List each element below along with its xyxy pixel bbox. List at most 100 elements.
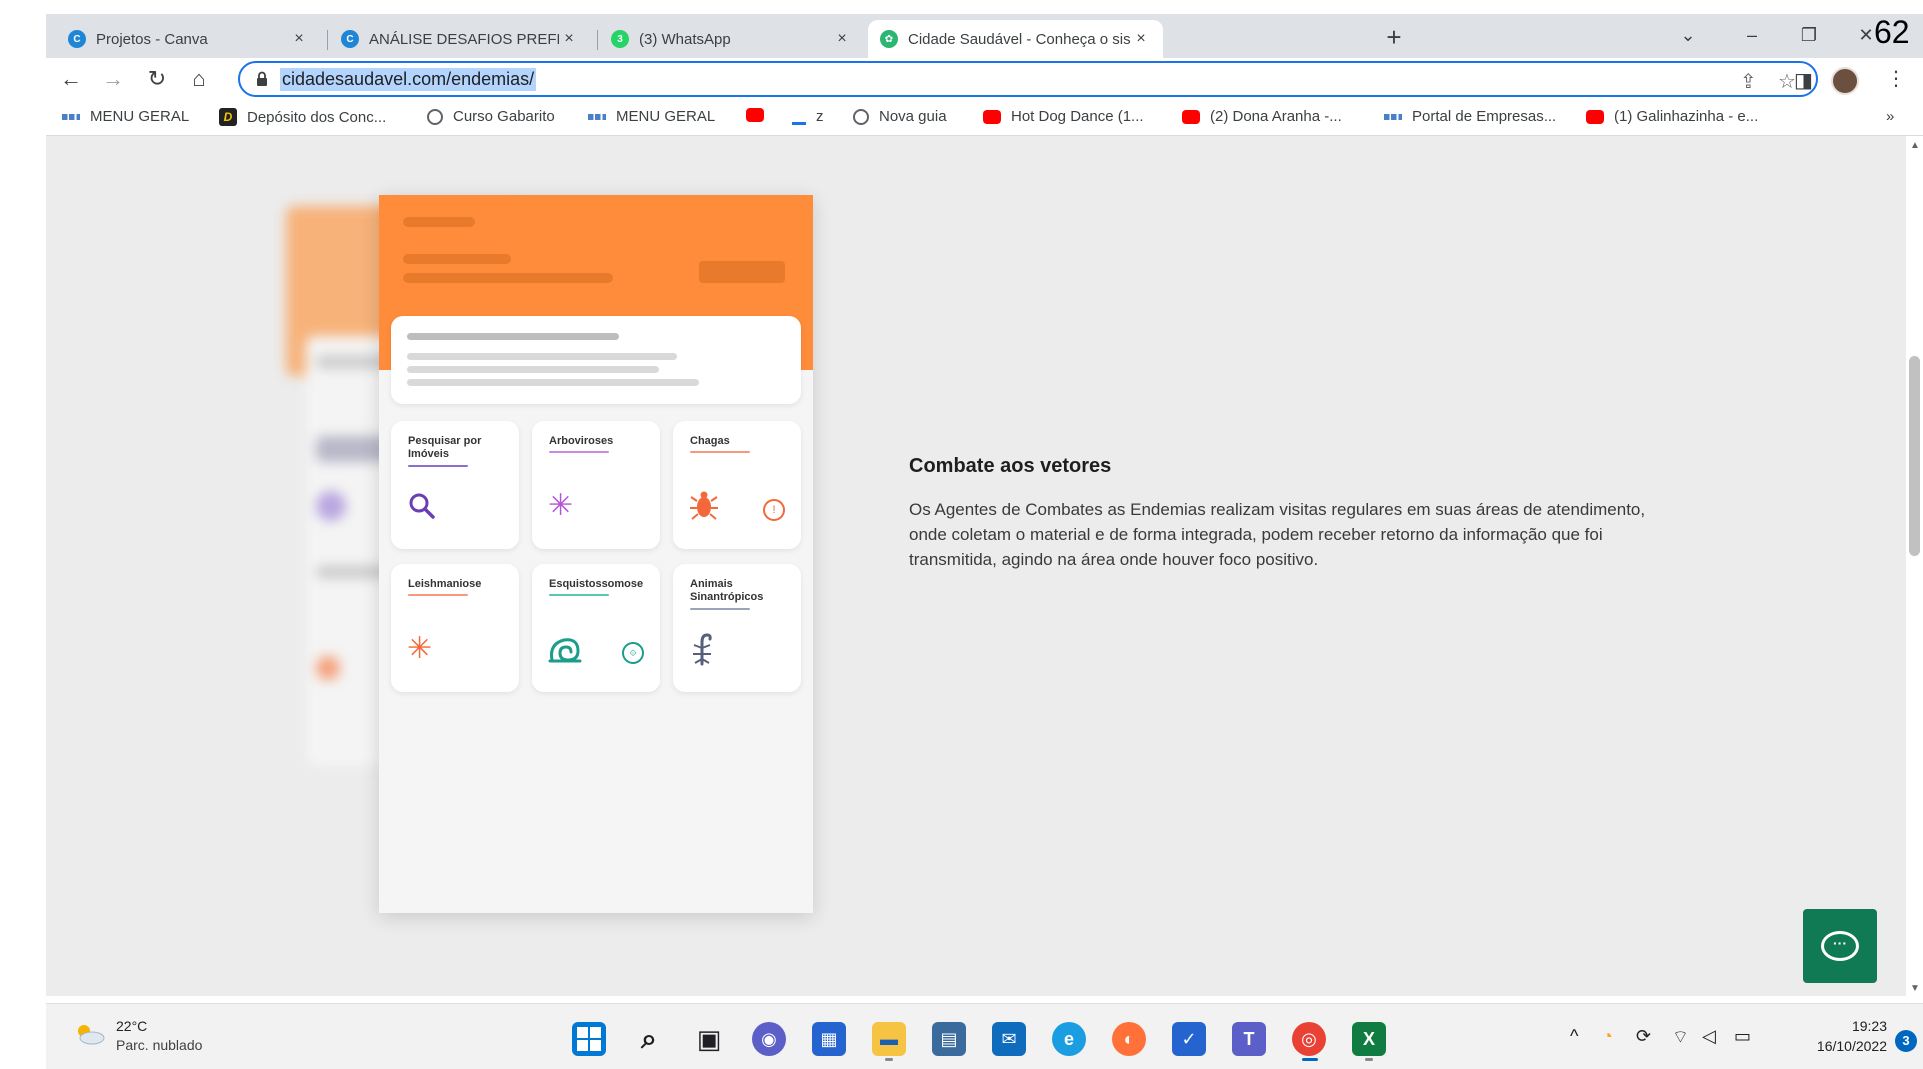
app-mockup-phone: Pesquisar por Imóveis Arboviroses ✳ Chag…	[379, 195, 813, 913]
clock-date[interactable]: 16/10/2022	[1781, 1038, 1887, 1054]
bookmark-curso-gabarito[interactable]: Curso Gabarito	[427, 108, 555, 125]
bookmark-nova-guia[interactable]: Nova guia	[853, 108, 947, 125]
tab-whatsapp[interactable]: 3 (3) WhatsApp ×	[599, 20, 864, 58]
scroll-up-arrow-icon[interactable]: ▲	[1910, 140, 1920, 151]
mockup-placeholder	[407, 379, 699, 386]
tab-close-icon[interactable]: ×	[289, 30, 309, 48]
reload-button[interactable]: ↻	[142, 64, 172, 94]
battery-icon[interactable]: ▭	[1734, 1026, 1751, 1047]
section-heading: Combate aos vetores	[909, 455, 1112, 477]
teams-icon[interactable]: T	[1232, 1022, 1266, 1056]
bookmarks-overflow-button[interactable]: »	[1886, 108, 1894, 125]
page-scrollbar[interactable]: ▲ ▼	[1906, 136, 1923, 996]
teams-chat-icon[interactable]: ◉	[752, 1022, 786, 1056]
running-indicator	[885, 1058, 893, 1061]
youtube-icon	[1586, 109, 1604, 124]
bookmark-label: (1) Galinhazinha - e...	[1614, 108, 1759, 125]
task-view-icon[interactable]: ▣	[692, 1022, 726, 1056]
lock-icon[interactable]	[256, 71, 268, 87]
tile-animais-sinantropicos[interactable]: Animais Sinantrópicos	[673, 564, 801, 692]
side-panel-icon[interactable]: ◨	[1794, 68, 1813, 93]
excel-icon[interactable]: X	[1352, 1022, 1386, 1056]
share-icon[interactable]: ⇪	[1740, 69, 1757, 94]
canva-icon: C	[68, 30, 86, 48]
tile-label: Chagas	[690, 435, 730, 447]
tab-title: (3) WhatsApp	[639, 30, 731, 48]
youtube-icon	[983, 109, 1001, 124]
tab-analise-desafios[interactable]: C ANÁLISE DESAFIOS PREFEITURA ×	[329, 20, 591, 58]
new-tab-button[interactable]: +	[1380, 24, 1408, 52]
section-paragraph: Os Agentes de Combates as Endemias reali…	[909, 500, 1646, 569]
browser-menu-icon[interactable]: ⋮	[1886, 66, 1906, 91]
weather-description[interactable]: Parc. nublado	[116, 1037, 202, 1053]
file-explorer-icon[interactable]: ▬	[872, 1022, 906, 1056]
download-icon	[792, 109, 806, 125]
bookmark-menu-geral-2[interactable]: MENU GERAL	[588, 108, 715, 125]
tile-pesquisar-imoveis[interactable]: Pesquisar por Imóveis	[391, 421, 519, 549]
bookmark-portal-empresas[interactable]: Portal de Empresas...	[1384, 108, 1556, 125]
tab-close-icon[interactable]: ×	[832, 30, 852, 48]
url-text[interactable]: cidadesaudavel.com/endemias/	[280, 68, 537, 91]
address-bar[interactable]: cidadesaudavel.com/endemias/ ⇪ ☆	[238, 61, 1818, 97]
tab-cidade-saudavel[interactable]: ✿ Cidade Saudável - Conheça o sis ×	[868, 20, 1163, 58]
minimize-button[interactable]: –	[1732, 20, 1772, 50]
chat-button[interactable]: ···	[1803, 909, 1877, 983]
tray-sync-icon[interactable]: ⟳	[1636, 1026, 1651, 1047]
bookmark-dona-aranha[interactable]: (2) Dona Aranha -...	[1182, 108, 1342, 125]
amazon-icon[interactable]: ▤	[932, 1022, 966, 1056]
tile-label: Leishmaniose	[408, 578, 482, 590]
bookmark-hot-dog-dance[interactable]: Hot Dog Dance (1...	[983, 108, 1144, 125]
bookmark-youtube[interactable]	[746, 108, 774, 122]
tile-leishmaniose[interactable]: Leishmaniose ✳	[391, 564, 519, 692]
bookmark-menu-geral[interactable]: MENU GERAL	[62, 108, 189, 125]
search-icon[interactable]: ⌕	[632, 1022, 666, 1056]
tab-search-chevron-icon[interactable]: ⌄	[1668, 20, 1708, 50]
tile-underline	[408, 465, 468, 467]
wifi-icon[interactable]: ⌔	[1672, 1026, 1689, 1049]
bookmark-galinhazinha[interactable]: (1) Galinhazinha - e...	[1586, 108, 1758, 125]
alert-badge-icon: !	[763, 499, 785, 521]
bookmark-deposito[interactable]: D Depósito dos Conc...	[219, 108, 386, 126]
edge-icon[interactable]: e	[1052, 1022, 1086, 1056]
running-indicator	[1365, 1058, 1373, 1061]
bookmarks-bar: MENU GERAL D Depósito dos Conc... Curso G…	[46, 100, 1923, 136]
tray-overflow-chevron-icon[interactable]: ^	[1570, 1026, 1578, 1047]
mockup-info-card	[391, 316, 801, 404]
volume-icon[interactable]: ◁	[1702, 1026, 1716, 1047]
youtube-icon	[746, 108, 764, 122]
restore-button[interactable]: ❐	[1789, 20, 1829, 50]
weather-temperature[interactable]: 22°C	[116, 1018, 147, 1034]
back-button[interactable]: ←	[56, 64, 86, 94]
tile-underline	[549, 451, 609, 453]
tile-underline	[549, 594, 609, 596]
firefox-icon[interactable]: ◐	[1112, 1022, 1146, 1056]
forward-button[interactable]: →	[98, 64, 128, 94]
profile-avatar[interactable]	[1831, 67, 1859, 95]
tab-close-icon[interactable]: ×	[559, 30, 579, 48]
mail-icon[interactable]: ✉	[992, 1022, 1026, 1056]
scroll-down-arrow-icon[interactable]: ▼	[1910, 983, 1920, 994]
tab-close-icon[interactable]: ×	[1131, 30, 1151, 48]
search-icon	[407, 491, 437, 527]
tile-chagas[interactable]: Chagas !	[673, 421, 801, 549]
clock-time[interactable]: 19:23	[1827, 1018, 1887, 1034]
bookmark-label: MENU GERAL	[90, 108, 190, 125]
tile-esquistossomose[interactable]: Esquistossomose ⟐	[532, 564, 660, 692]
bookmark-label: (2) Dona Aranha -...	[1210, 108, 1342, 125]
tile-label: Arboviroses	[549, 435, 614, 447]
tray-app-icon[interactable]: ◔	[1602, 1026, 1613, 1047]
scroll-thumb[interactable]	[1909, 356, 1920, 556]
home-button[interactable]: ⌂	[184, 64, 214, 94]
bookmark-z[interactable]: z	[792, 108, 824, 125]
todo-icon[interactable]: ✓	[1172, 1022, 1206, 1056]
windows-start-icon[interactable]	[572, 1022, 606, 1056]
weather-partly-cloudy-icon[interactable]	[72, 1022, 106, 1046]
bookmark-label: Hot Dog Dance (1...	[1011, 108, 1144, 125]
tab-projetos-canva[interactable]: C Projetos - Canva ×	[56, 20, 321, 58]
notification-count-badge[interactable]: 3	[1895, 1030, 1917, 1052]
tile-arboviroses[interactable]: Arboviroses ✳	[532, 421, 660, 549]
bug-icon	[689, 489, 719, 527]
chrome-icon[interactable]: ◎	[1292, 1022, 1326, 1056]
store-icon[interactable]: ▦	[812, 1022, 846, 1056]
desktop-screen: C Projetos - Canva × C ANÁLISE DESAFIOS …	[46, 14, 1923, 1069]
